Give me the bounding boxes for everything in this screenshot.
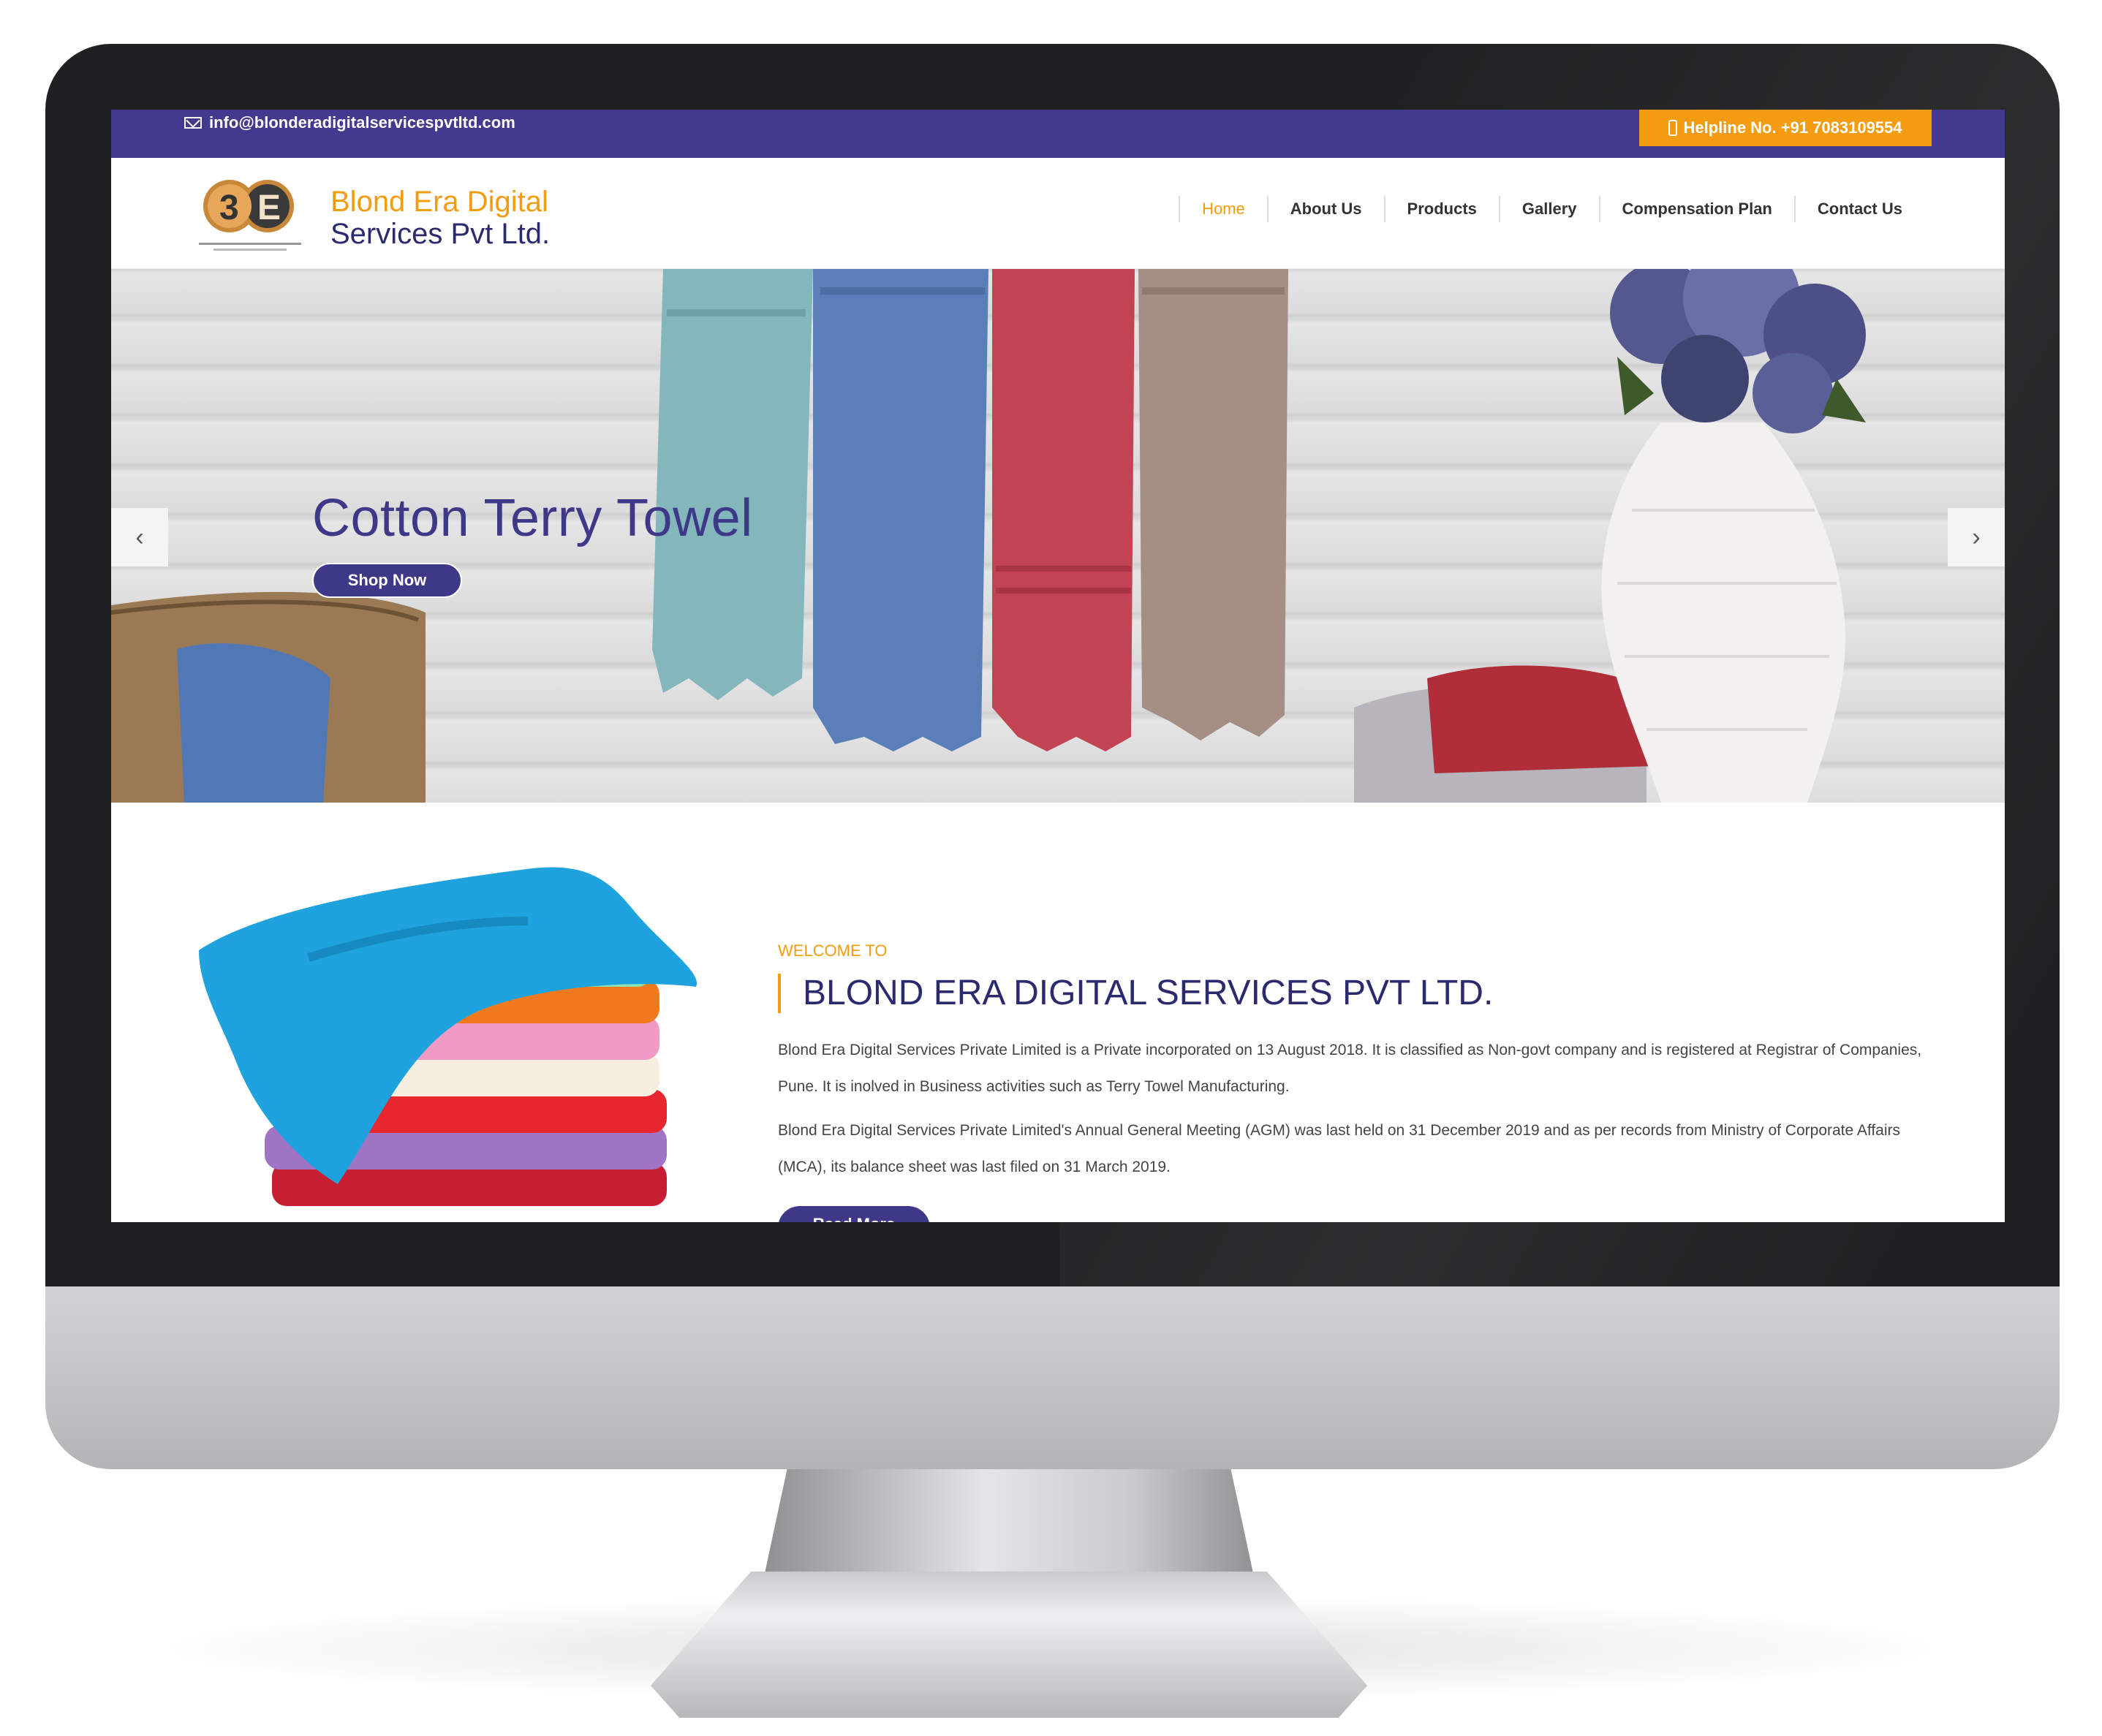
brand-name-line1: Blond Era Digital: [330, 186, 548, 218]
helpline-text: Helpline No. +91 7083109554: [1683, 118, 1902, 137]
towel-stack-image: [199, 867, 697, 1206]
mail-icon: [184, 117, 202, 129]
nav-item-about-us[interactable]: About Us: [1266, 196, 1384, 222]
main-nav: Home About Us Products Gallery Compensat…: [1179, 193, 1924, 225]
hero-title: Cotton Terry Towel: [312, 489, 753, 547]
email-text: info@blonderadigitalservicespvtltd.com: [209, 113, 515, 132]
phone-icon: [1668, 120, 1678, 136]
company-logo[interactable]: 3 E: [192, 171, 309, 257]
welcome-title: BLOND ERA DIGITAL SERVICES PVT LTD.: [778, 974, 1493, 1013]
slider-next-button[interactable]: ›: [1948, 508, 2005, 566]
svg-text:3: 3: [219, 189, 239, 227]
site-header: 3 E Blond Era Digital Services Pvt Ltd. …: [111, 158, 2005, 269]
chevron-left-icon: ‹: [135, 523, 144, 551]
about-paragraph-2: Blond Era Digital Services Private Limit…: [778, 1122, 1900, 1175]
welcome-label: WELCOME TO: [778, 941, 888, 960]
nav-item-compensation-plan[interactable]: Compensation Plan: [1598, 196, 1794, 222]
top-contact-bar: info@blonderadigitalservicespvtltd.com H…: [111, 110, 2005, 158]
nav-item-home[interactable]: Home: [1179, 196, 1267, 222]
nav-item-gallery[interactable]: Gallery: [1498, 196, 1599, 222]
helpline-badge[interactable]: Helpline No. +91 7083109554: [1639, 110, 1932, 146]
slider-prev-button[interactable]: ‹: [111, 508, 168, 566]
svg-text:E: E: [257, 189, 281, 227]
website-screen: info@blonderadigitalservicespvtltd.com H…: [111, 110, 2005, 1222]
read-more-button[interactable]: Read More: [778, 1206, 930, 1222]
email-link[interactable]: info@blonderadigitalservicespvtltd.com: [184, 110, 515, 136]
brand-name-line2: Services Pvt Ltd.: [330, 218, 551, 250]
nav-item-products[interactable]: Products: [1383, 196, 1499, 222]
about-paragraph-1: Blond Era Digital Services Private Limit…: [778, 1042, 1922, 1095]
monitor-stand-base: [651, 1572, 1367, 1718]
chevron-right-icon: ›: [1972, 523, 1981, 551]
nav-item-contact-us[interactable]: Contact Us: [1793, 196, 1924, 222]
hero-slider: Cotton Terry Towel Shop Now ‹ ›: [111, 269, 2005, 803]
shop-now-button[interactable]: Shop Now: [312, 563, 462, 598]
